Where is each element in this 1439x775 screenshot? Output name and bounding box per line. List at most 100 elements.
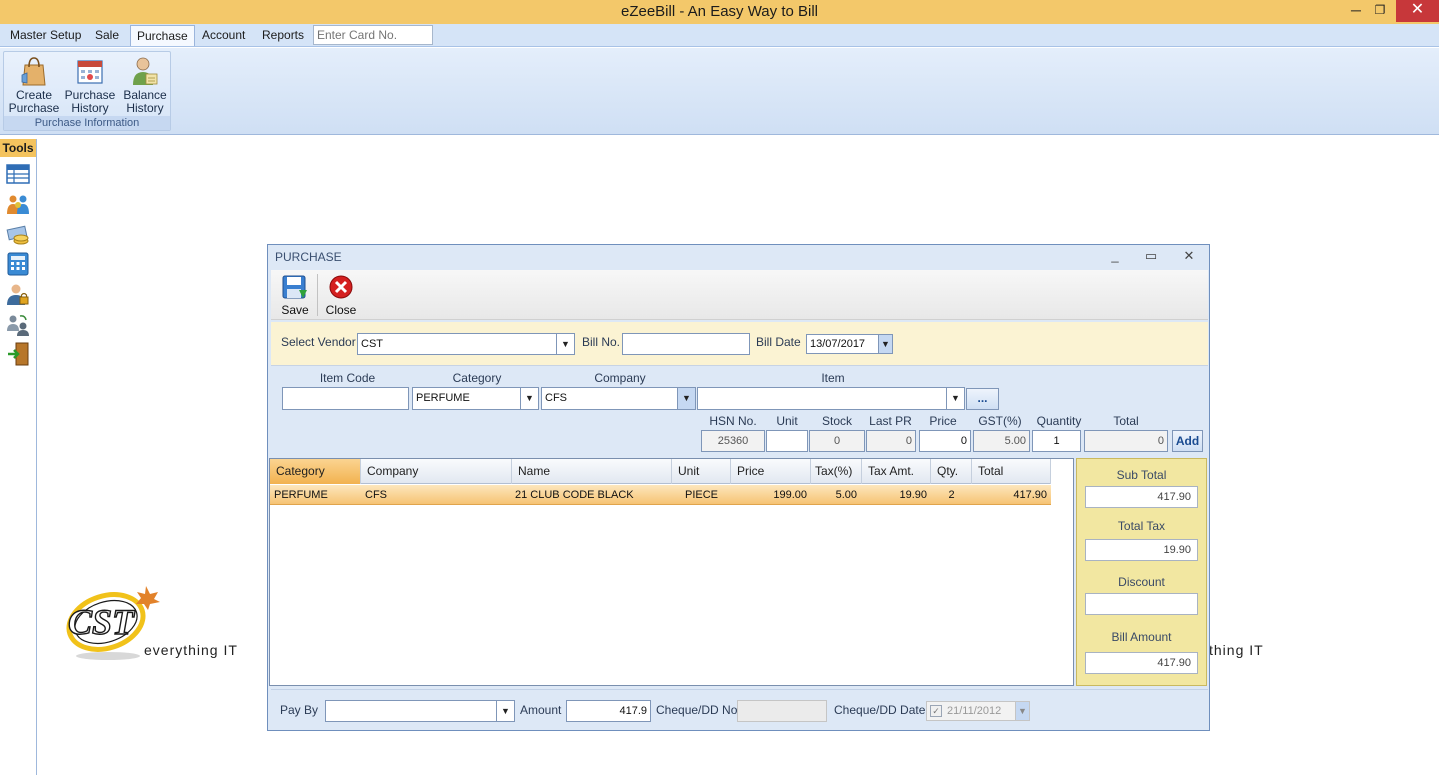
bill-amount-label: Bill Amount (1111, 630, 1172, 644)
grid-header-category[interactable]: Category (270, 459, 361, 484)
grid-header-price[interactable]: Price (731, 459, 811, 484)
purchase-items-grid[interactable]: Category Company Name Unit Price Tax(%) … (269, 458, 1074, 686)
vendor-panel: Select Vendor CST ▼ Bill No. Bill Date 1… (271, 322, 1208, 366)
hsn-input[interactable]: 25360 (701, 430, 765, 452)
ribbon: Create Purchase Purchase History Balance… (0, 48, 1439, 135)
pay-by-label: Pay By (280, 703, 319, 717)
cell-name: 21 CLUB CODE BLACK (515, 489, 634, 501)
table-icon[interactable] (6, 162, 30, 186)
item-select[interactable]: ▼ (697, 387, 965, 410)
bill-no-input[interactable] (622, 333, 750, 355)
cell-company: CFS (365, 489, 387, 501)
sub-total-field[interactable]: 417.90 (1085, 486, 1198, 508)
create-purchase-button[interactable]: Create Purchase (7, 55, 61, 115)
cell-total: 417.90 (1013, 489, 1047, 501)
menu-account[interactable]: Account (196, 25, 251, 46)
category-select[interactable]: PERFUME ▼ (412, 387, 539, 410)
menu-master-setup[interactable]: Master Setup (4, 25, 87, 46)
grid-header-name[interactable]: Name (512, 459, 672, 484)
grid-header: Category Company Name Unit Price Tax(%) … (270, 459, 1051, 484)
window-title: eZeeBill - An Easy Way to Bill (620, 3, 818, 20)
total-tax-field[interactable]: 19.90 (1085, 539, 1198, 561)
total-input[interactable]: 0 (1084, 430, 1168, 452)
total-label: Total (1113, 414, 1139, 428)
close-label: Close (325, 303, 357, 317)
unit-input[interactable] (766, 430, 808, 452)
user-sync-icon[interactable] (6, 312, 30, 336)
card-number-input[interactable] (313, 25, 433, 45)
users-icon[interactable] (6, 192, 30, 216)
dialog-close-button[interactable]: ✕ (1178, 248, 1200, 266)
calendar-history-icon (77, 60, 103, 84)
sub-total-label: Sub Total (1116, 468, 1167, 482)
grid-header-unit[interactable]: Unit (672, 459, 731, 484)
user-lock-icon[interactable] (6, 282, 30, 306)
logo-tagline-partial: thing IT (1209, 642, 1264, 658)
gst-label: GST(%) (978, 414, 1022, 428)
table-row[interactable]: PERFUME CFS 21 CLUB CODE BLACK PIECE 199… (270, 485, 1051, 505)
save-button[interactable]: Save (275, 274, 315, 318)
hsn-label: HSN No. (709, 414, 757, 428)
pay-by-dropdown-icon[interactable]: ▼ (496, 701, 514, 721)
item-browse-button[interactable]: ... (966, 388, 999, 410)
last-pr-input[interactable]: 0 (866, 430, 916, 452)
close-button[interactable]: Close (321, 274, 361, 318)
vendor-select[interactable]: CST ▼ (357, 333, 575, 355)
add-item-button[interactable]: Add (1172, 430, 1203, 452)
grid-header-qty[interactable]: Qty. (931, 459, 972, 484)
menu-purchase[interactable]: Purchase (130, 25, 195, 46)
company-dropdown-icon[interactable]: ▼ (677, 388, 695, 409)
cell-price: 199.00 (773, 489, 807, 501)
cheque-no-label: Cheque/DD No. (656, 703, 741, 717)
amount-input[interactable]: 417.9 (566, 700, 651, 722)
tools-header: Tools (0, 139, 36, 157)
price-input[interactable]: 0 (919, 430, 971, 452)
close-icon (329, 275, 353, 299)
dialog-minimize-button[interactable]: _ (1104, 248, 1126, 266)
calculator-icon[interactable] (6, 252, 30, 276)
discount-label: Discount (1118, 575, 1165, 589)
grid-header-tax-pct[interactable]: Tax(%) (811, 459, 862, 484)
item-code-input[interactable] (282, 387, 409, 410)
window-title-bar: eZeeBill - An Easy Way to Bill ─ ❐ ✕ (0, 0, 1439, 24)
grid-header-company[interactable]: Company (361, 459, 512, 484)
dialog-maximize-button[interactable]: ▭ (1140, 248, 1162, 266)
create-purchase-label-2: Purchase (8, 101, 60, 115)
bill-date-value: 13/07/2017 (810, 338, 866, 350)
gst-input[interactable]: 5.00 (973, 430, 1030, 452)
grid-header-tax-amt[interactable]: Tax Amt. (862, 459, 931, 484)
company-select[interactable]: CFS ▼ (541, 387, 696, 410)
vendor-dropdown-icon[interactable]: ▼ (556, 334, 574, 354)
window-restore-button[interactable]: ❐ (1366, 0, 1394, 22)
quantity-label: Quantity (1036, 414, 1082, 428)
menu-reports[interactable]: Reports (256, 25, 310, 46)
window-close-button[interactable]: ✕ (1396, 0, 1439, 22)
totals-panel: Sub Total 417.90 Total Tax 19.90 Discoun… (1076, 458, 1207, 686)
price-label: Price (929, 414, 957, 428)
purchase-history-button[interactable]: Purchase History (63, 55, 117, 115)
category-value: PERFUME (416, 392, 470, 404)
balance-history-button[interactable]: Balance History (118, 55, 172, 115)
bill-date-dropdown-icon[interactable]: ▼ (878, 335, 892, 353)
payment-footer: Pay By ▼ Amount 417.9 Cheque/DD No. Cheq… (271, 689, 1208, 729)
category-dropdown-icon[interactable]: ▼ (520, 388, 538, 409)
cell-tax-amt: 19.90 (899, 489, 927, 501)
menu-sale[interactable]: Sale (89, 25, 125, 46)
money-icon[interactable] (6, 223, 30, 247)
quantity-input[interactable]: 1 (1032, 430, 1081, 452)
amount-label: Amount (520, 703, 562, 717)
cheque-no-input[interactable] (737, 700, 827, 722)
bill-amount-field[interactable]: 417.90 (1085, 652, 1198, 674)
grid-header-total[interactable]: Total (972, 459, 1051, 484)
exit-door-icon[interactable] (6, 342, 30, 366)
purchase-history-label-2: History (71, 101, 109, 115)
item-dropdown-icon[interactable]: ▼ (946, 388, 964, 409)
cheque-date-checkbox[interactable]: ✓ (930, 705, 942, 717)
cheque-date-dropdown-icon[interactable]: ▼ (1015, 702, 1029, 720)
bill-date-picker[interactable]: 13/07/2017 ▼ (806, 334, 893, 354)
select-vendor-label: Select Vendor (281, 335, 356, 349)
stock-input[interactable]: 0 (809, 430, 865, 452)
save-icon (282, 275, 307, 299)
pay-by-select[interactable]: ▼ (325, 700, 515, 722)
discount-field[interactable] (1085, 593, 1198, 615)
